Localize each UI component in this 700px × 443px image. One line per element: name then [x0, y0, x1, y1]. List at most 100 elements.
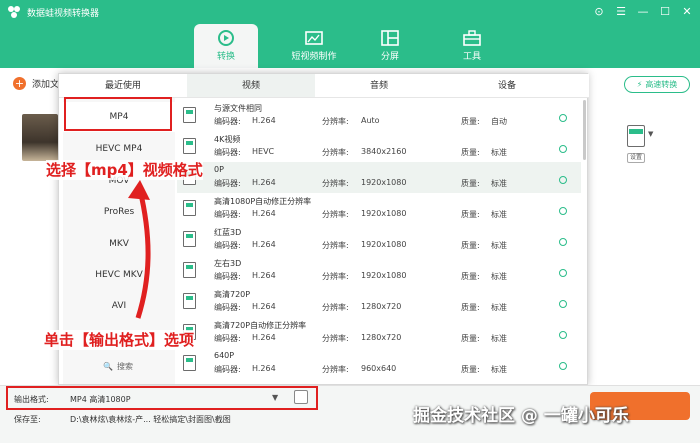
quality-value: 标准 — [491, 272, 507, 281]
resolution-value: 960x640 — [361, 364, 397, 373]
lightning-icon: ⚡ — [636, 80, 643, 89]
resolution-label: 分辨率: — [322, 334, 349, 343]
close-icon[interactable]: ✕ — [680, 4, 694, 20]
tab-short-video-label: 短视频制作 — [291, 52, 337, 62]
chevron-down-icon[interactable]: ▼ — [648, 130, 653, 138]
preset-row[interactable]: 高清720P 编码器: H.264 分辨率: 1280x720 质量: 标准 — [177, 286, 581, 317]
tab-split-screen-label: 分屏 — [380, 52, 399, 62]
quality-label: 质量: — [461, 272, 480, 281]
encoder-value: H.264 — [252, 364, 276, 373]
resolution-label: 分辨率: — [322, 148, 349, 157]
resolution-label: 分辨率: — [322, 365, 349, 374]
preset-row[interactable]: 左右3D 编码器: H.264 分辨率: 1920x1080 质量: 标准 — [177, 255, 581, 286]
quality-value: 标准 — [491, 148, 507, 157]
preset-row[interactable]: 红蓝3D 编码器: H.264 分辨率: 1920x1080 质量: 标准 — [177, 224, 581, 255]
preset-name: 与源文件相同 — [214, 104, 262, 113]
resolution-value: 1280x720 — [361, 302, 402, 311]
encoder-value: H.264 — [252, 302, 276, 311]
tab-short-video[interactable]: 短视频制作 — [276, 24, 352, 68]
preset-row[interactable]: 640P 编码器: H.264 分辨率: 960x640 质量: 标准 — [177, 348, 581, 379]
tab-tools-label: 工具 — [462, 52, 481, 62]
app-logo-icon — [7, 5, 21, 19]
quality-value: 标准 — [491, 303, 507, 312]
quality-value: 标准 — [491, 334, 507, 343]
video-file-icon — [183, 293, 196, 309]
quality-label: 质量: — [461, 148, 480, 157]
tab-convert[interactable]: 转换 — [194, 24, 258, 68]
maximize-icon[interactable]: ☐ — [658, 4, 672, 20]
gear-icon[interactable] — [559, 114, 567, 122]
encoder-value: H.264 — [252, 116, 276, 125]
resolution-label: 分辨率: — [322, 272, 349, 281]
resolution-value: 1920x1080 — [361, 209, 407, 218]
add-file-button[interactable]: + 添加文 — [13, 77, 59, 90]
encoder-value: H.264 — [252, 240, 276, 249]
preset-name: 高清720P自动修正分辨率 — [214, 321, 307, 330]
high-speed-convert-button[interactable]: ⚡ 高速转换 — [624, 76, 690, 93]
resolution-value: 1920x1080 — [361, 178, 407, 187]
encoder-label: 编码器: — [214, 272, 241, 281]
account-icon[interactable]: ⊙ — [592, 4, 606, 20]
gear-icon[interactable] — [559, 238, 567, 246]
quality-label: 质量: — [461, 179, 480, 188]
encoder-label: 编码器: — [214, 303, 241, 312]
encoder-label: 编码器: — [214, 334, 241, 343]
resolution-value: 3840x2160 — [361, 147, 407, 156]
quality-value: 标准 — [491, 241, 507, 250]
tab-tools[interactable]: 工具 — [440, 24, 504, 68]
quality-value: 自动 — [491, 117, 507, 126]
preset-row[interactable]: 4K视频 编码器: HEVC 分辨率: 3840x2160 质量: 标准 — [177, 131, 581, 162]
preset-name: 红蓝3D — [214, 228, 242, 237]
gear-icon[interactable] — [559, 176, 567, 184]
gear-icon[interactable] — [559, 269, 567, 277]
tab-split-screen[interactable]: 分屏 — [358, 24, 422, 68]
red-arrow-icon — [128, 180, 151, 319]
save-to-label: 保存至: — [14, 415, 41, 424]
video-file-icon — [183, 231, 196, 247]
search-button[interactable]: 🔍 搜索 — [103, 361, 133, 372]
tab-audio[interactable]: 音频 — [315, 74, 443, 97]
resolution-value: 1280x720 — [361, 333, 402, 342]
save-to-path[interactable]: D:\袁林炫\袁林炫-产... 轻松搞定\封面图\截图 — [70, 414, 231, 425]
gear-icon[interactable] — [559, 145, 567, 153]
gear-icon[interactable] — [559, 331, 567, 339]
preset-row[interactable]: 高清720P自动修正分辨率 编码器: H.264 分辨率: 1280x720 质… — [177, 317, 581, 348]
preset-name: 640P — [214, 351, 235, 360]
encoder-value: H.264 — [252, 271, 276, 280]
preset-name: 高清1080P自动修正分辨率 — [214, 197, 312, 206]
high-speed-label: 高速转换 — [645, 80, 678, 89]
encoder-label: 编码器: — [214, 210, 241, 219]
preset-row[interactable]: 高清1080P自动修正分辨率 编码器: H.264 分辨率: 1920x1080… — [177, 193, 581, 224]
quality-label: 质量: — [461, 117, 480, 126]
gear-icon[interactable] — [559, 362, 567, 370]
menu-icon[interactable]: ☰ — [614, 4, 628, 20]
minimize-icon[interactable]: — — [636, 4, 650, 20]
app-title: 数据蛙视频转换器 — [27, 8, 100, 19]
preset-name: 0P — [214, 165, 224, 174]
video-thumbnail[interactable] — [22, 114, 58, 161]
plus-icon: + — [13, 77, 26, 90]
encoder-value: HEVC — [252, 147, 275, 156]
annotation-click-output: 单击【输出格式】选项 — [44, 330, 195, 350]
video-make-icon — [305, 30, 323, 46]
annotation-select-mp4: 选择【mp4】视频格式 — [46, 160, 203, 180]
encoder-label: 编码器: — [214, 148, 241, 157]
output-format-icon[interactable] — [627, 125, 645, 147]
settings-button[interactable]: 设置 — [627, 153, 645, 163]
preset-row[interactable]: 与源文件相同 编码器: H.264 分辨率: Auto 质量: 自动 — [177, 100, 581, 131]
resolution-label: 分辨率: — [322, 179, 349, 188]
encoder-value: H.264 — [252, 333, 276, 342]
video-file-icon — [183, 355, 196, 371]
video-file-icon — [183, 138, 196, 154]
preset-row-selected[interactable]: 0P 编码器: H.264 分辨率: 1920x1080 质量: 标准 — [177, 162, 581, 193]
preset-list-scrollbar[interactable] — [583, 100, 586, 160]
gear-icon[interactable] — [559, 300, 567, 308]
tab-device[interactable]: 设备 — [443, 74, 571, 97]
gear-icon[interactable] — [559, 207, 567, 215]
search-icon: 🔍 — [103, 362, 113, 371]
quality-label: 质量: — [461, 210, 480, 219]
resolution-label: 分辨率: — [322, 241, 349, 250]
tab-video[interactable]: 视频 — [187, 74, 315, 97]
quality-label: 质量: — [461, 241, 480, 250]
tab-recent[interactable]: 最近使用 — [59, 74, 187, 97]
